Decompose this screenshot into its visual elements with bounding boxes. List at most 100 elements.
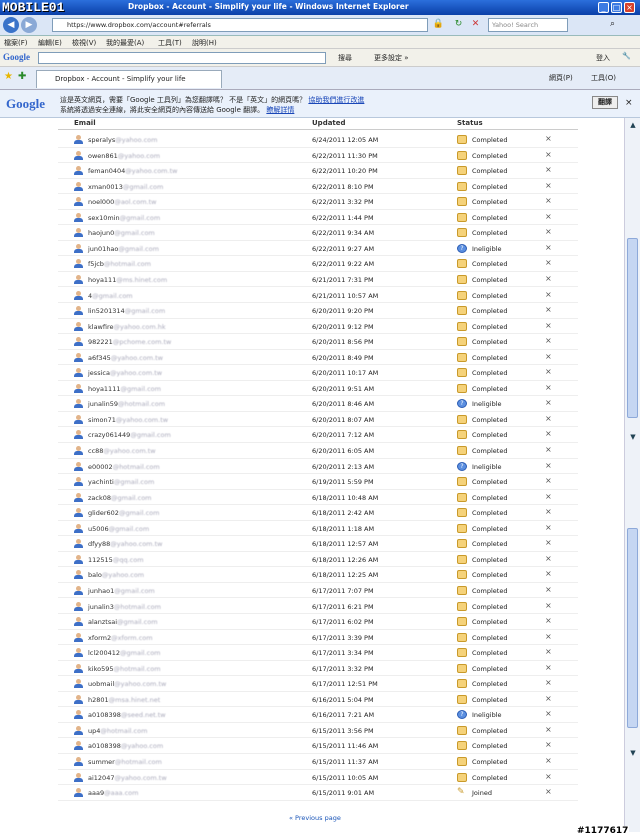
remove-referral-button[interactable]: × (545, 694, 552, 703)
remove-referral-button[interactable]: × (545, 523, 552, 532)
completed-icon (457, 741, 467, 751)
row-email: e00002@hotmail.com (88, 462, 160, 471)
row-status: Completed (472, 260, 508, 269)
row-updated: 6/20/2011 8:46 AM (312, 400, 375, 409)
user-icon (74, 337, 83, 347)
row-status: Completed (472, 275, 508, 284)
back-button[interactable]: ◀ (3, 17, 19, 33)
menu-edit[interactable]: 編輯(E) (38, 38, 62, 48)
remove-referral-button[interactable]: × (545, 290, 552, 299)
previous-page-link[interactable]: « Previous page (289, 814, 341, 822)
remove-referral-button[interactable]: × (545, 367, 552, 376)
stop-icon[interactable]: ✕ (469, 18, 482, 31)
remove-referral-button[interactable]: × (545, 554, 552, 563)
remove-referral-button[interactable]: × (545, 150, 552, 159)
remove-referral-button[interactable]: × (545, 725, 552, 734)
menu-help[interactable]: 說明(H) (192, 38, 217, 48)
remove-referral-button[interactable]: × (545, 476, 552, 485)
refresh-icon[interactable]: ↻ (452, 18, 465, 31)
remove-referral-button[interactable]: × (545, 756, 552, 765)
remove-referral-button[interactable]: × (545, 787, 552, 796)
row-email: simon71@yahoo.com.tw (88, 415, 169, 424)
remove-referral-button[interactable]: × (545, 134, 552, 143)
remove-referral-button[interactable]: × (545, 569, 552, 578)
menu-favorites[interactable]: 我的最愛(A) (106, 38, 144, 48)
report-link[interactable]: 協助我們進行改進 (308, 96, 364, 104)
remove-referral-button[interactable]: × (545, 461, 552, 470)
tab-dropbox-account[interactable]: Dropbox - Account - Simplify your life (36, 70, 222, 88)
remove-referral-button[interactable]: × (545, 243, 552, 252)
remove-referral-button[interactable]: × (545, 352, 552, 361)
remove-referral-button[interactable]: × (545, 538, 552, 547)
close-window-button[interactable]: × (624, 2, 635, 13)
close-translate-icon[interactable]: × (625, 98, 633, 108)
remove-referral-button[interactable]: × (545, 445, 552, 454)
scroll-thumb-2[interactable] (627, 528, 638, 728)
menu-file[interactable]: 檔案(F) (4, 38, 28, 48)
completed-icon (457, 306, 467, 316)
row-updated: 6/22/2011 11:30 PM (312, 151, 378, 160)
google-login-button[interactable]: 登入 (596, 53, 610, 63)
tools-menu[interactable]: 工具(O) (591, 73, 616, 83)
remove-referral-button[interactable]: × (545, 414, 552, 423)
maximize-button[interactable]: □ (611, 2, 622, 13)
remove-referral-button[interactable]: × (545, 196, 552, 205)
search-go-icon[interactable]: ⌕ (606, 18, 619, 31)
user-icon (74, 492, 83, 502)
remove-referral-button[interactable]: × (545, 274, 552, 283)
menu-tools[interactable]: 工具(T) (158, 38, 182, 48)
table-row: simon71@yahoo.com.tw 6/20/2011 8:07 AM Com… (58, 412, 578, 428)
row-updated: 6/22/2011 3:32 PM (312, 198, 374, 207)
user-icon (74, 181, 83, 191)
google-more-button[interactable]: 更多設定 » (374, 53, 409, 63)
lock-icon[interactable]: 🔒 (432, 18, 445, 31)
remove-referral-button[interactable]: × (545, 740, 552, 749)
wrench-icon[interactable]: 🔧 (622, 52, 631, 60)
minimize-button[interactable]: _ (598, 2, 609, 13)
table-row: aaa9@aaa.com 6/15/2011 9:01 AM ✎ Joined × (58, 785, 578, 801)
remove-referral-button[interactable]: × (545, 383, 552, 392)
scroll-up-icon[interactable]: ▲ (628, 120, 638, 130)
page-scrollbar[interactable]: ▲ ▼ ▼ (624, 118, 640, 832)
scroll-down-icon[interactable]: ▼ (628, 432, 638, 442)
remove-referral-button[interactable]: × (545, 398, 552, 407)
remove-referral-button[interactable]: × (545, 663, 552, 672)
learn-more-link[interactable]: 瞭解詳情 (266, 106, 294, 114)
menu-view[interactable]: 檢視(V) (72, 38, 96, 48)
remove-referral-button[interactable]: × (545, 429, 552, 438)
forward-button[interactable]: ▶ (21, 17, 37, 33)
completed-icon (457, 585, 467, 595)
remove-referral-button[interactable]: × (545, 336, 552, 345)
google-search-input[interactable] (38, 52, 326, 64)
row-updated: 6/20/2011 6:05 AM (312, 447, 375, 455)
remove-referral-button[interactable]: × (545, 258, 552, 267)
favorites-star-icon[interactable]: ★ (4, 71, 13, 82)
page-menu[interactable]: 網頁(P) (549, 73, 573, 83)
scroll-down-icon-2[interactable]: ▼ (628, 748, 638, 758)
user-icon (74, 399, 83, 409)
google-search-button[interactable]: 搜尋 (338, 53, 352, 63)
remove-referral-button[interactable]: × (545, 585, 552, 594)
row-updated: 6/22/2011 9:34 AM (312, 229, 375, 238)
remove-referral-button[interactable]: × (545, 507, 552, 516)
scroll-thumb[interactable] (627, 238, 638, 418)
remove-referral-button[interactable]: × (545, 165, 552, 174)
remove-referral-button[interactable]: × (545, 321, 552, 330)
watermark: #1177617 (576, 826, 630, 836)
search-input[interactable]: Yahoo! Search (488, 18, 568, 32)
remove-referral-button[interactable]: × (545, 492, 552, 501)
remove-referral-button[interactable]: × (545, 709, 552, 718)
remove-referral-button[interactable]: × (545, 181, 552, 190)
remove-referral-button[interactable]: × (545, 601, 552, 610)
translate-button[interactable]: 翻譯 (592, 96, 618, 109)
remove-referral-button[interactable]: × (545, 772, 552, 781)
remove-referral-button[interactable]: × (545, 305, 552, 314)
remove-referral-button[interactable]: × (545, 227, 552, 236)
remove-referral-button[interactable]: × (545, 212, 552, 221)
remove-referral-button[interactable]: × (545, 647, 552, 656)
remove-referral-button[interactable]: × (545, 678, 552, 687)
remove-referral-button[interactable]: × (545, 616, 552, 625)
address-input[interactable]: https://www.dropbox.com/account#referral… (52, 18, 428, 32)
remove-referral-button[interactable]: × (545, 632, 552, 641)
add-favorite-icon[interactable]: ✚ (18, 71, 26, 82)
